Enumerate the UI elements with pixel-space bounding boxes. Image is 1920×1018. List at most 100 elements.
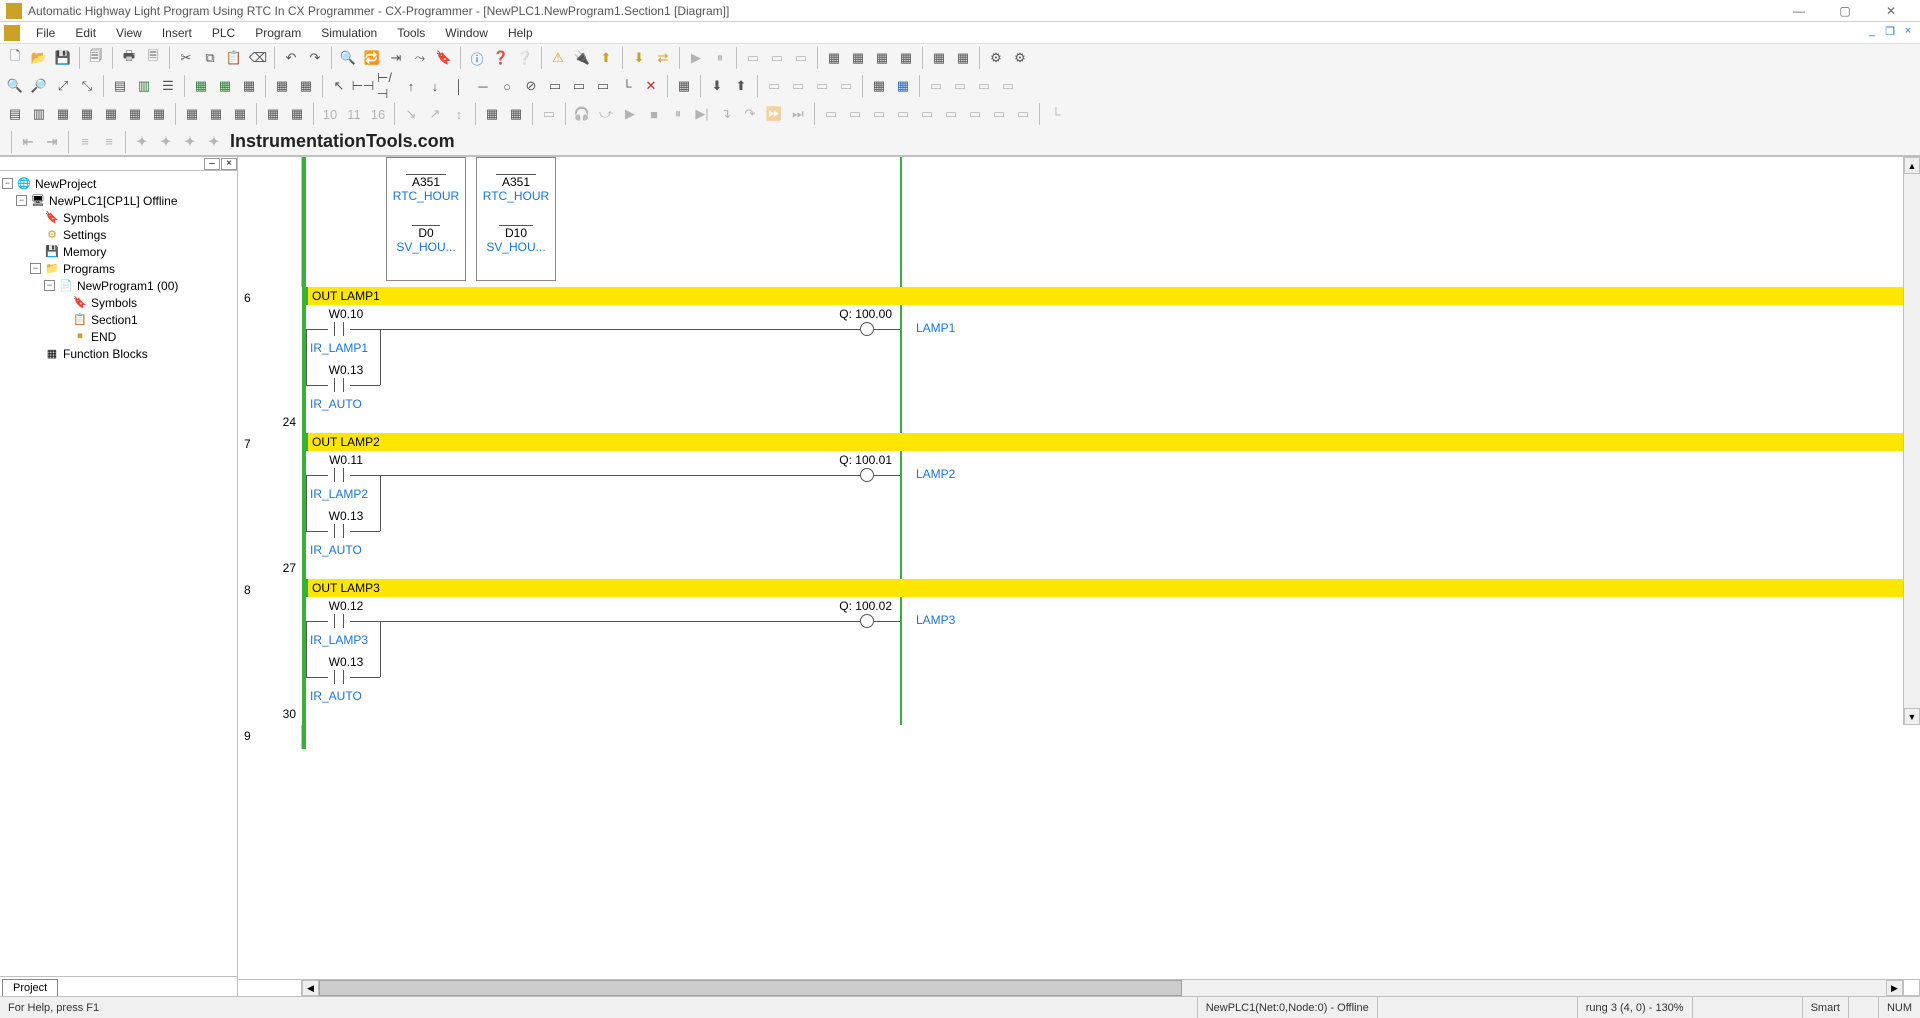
misc1-icon[interactable]: ✦ <box>131 131 153 153</box>
tree-program1[interactable]: NewProgram1 (00) <box>77 279 178 293</box>
compile-icon[interactable]: ▦ <box>673 75 695 97</box>
coil-neg-icon[interactable]: ⊘ <box>520 75 542 97</box>
debug-over-icon[interactable]: ↷ <box>739 103 761 125</box>
monitor2-icon[interactable]: ▭ <box>766 47 788 69</box>
indent-right-icon[interactable]: ⇥ <box>41 131 63 153</box>
contact-no-icon[interactable]: ⊢⊣ <box>352 75 374 97</box>
debug-end-icon[interactable]: ⏭ <box>787 103 809 125</box>
instruction-icon[interactable]: ▭ <box>544 75 566 97</box>
redo-icon[interactable]: ↷ <box>304 47 326 69</box>
view-b-icon[interactable]: ▦ <box>214 75 236 97</box>
window5-icon[interactable]: ▦ <box>928 47 950 69</box>
horizontal-icon[interactable]: ─ <box>472 75 494 97</box>
zoom-in-icon[interactable]: 🔍 <box>4 75 26 97</box>
rung6-contact2[interactable] <box>328 378 350 392</box>
scroll-down-icon[interactable]: ▼ <box>1904 708 1920 725</box>
scroll-left-icon[interactable]: ◀ <box>302 980 319 996</box>
transfer-to-icon[interactable]: ⬆ <box>595 47 617 69</box>
view-c-icon[interactable]: ▦ <box>238 75 260 97</box>
force-on-icon[interactable]: ▭ <box>763 75 785 97</box>
view-mnemonic-icon[interactable]: ▥ <box>133 75 155 97</box>
menu-plc[interactable]: PLC <box>202 24 245 42</box>
debug-ff-icon[interactable]: ⏩ <box>763 103 785 125</box>
coil-icon[interactable]: ○ <box>496 75 518 97</box>
scan16-icon[interactable]: 16 <box>367 103 389 125</box>
align8-icon[interactable]: ▭ <box>988 103 1010 125</box>
align2-icon[interactable]: ▭ <box>844 103 866 125</box>
save-icon[interactable]: 💾 <box>52 47 74 69</box>
zoom-out-icon[interactable]: 🔎 <box>28 75 50 97</box>
mdi-close-icon[interactable]: × <box>1900 24 1916 38</box>
debug-play-icon[interactable]: ▶ <box>619 103 641 125</box>
tree-fblocks[interactable]: Function Blocks <box>63 347 148 361</box>
scan10-icon[interactable]: 10 <box>319 103 341 125</box>
debug-into-icon[interactable]: ↴ <box>715 103 737 125</box>
tile-h-icon[interactable]: ▤ <box>4 103 26 125</box>
print-icon[interactable]: 🖶 <box>118 47 140 69</box>
trace-e-icon[interactable]: ▭ <box>973 75 995 97</box>
sim1-icon[interactable]: ▦ <box>481 103 503 125</box>
info-icon[interactable]: ⓘ <box>466 47 488 69</box>
contact-falling-icon[interactable]: ↓ <box>424 75 446 97</box>
download-icon[interactable]: ⬇ <box>706 75 728 97</box>
window3-icon[interactable]: ▦ <box>871 47 893 69</box>
win10-icon[interactable]: ▦ <box>229 103 251 125</box>
misc4-icon[interactable]: ✦ <box>203 131 225 153</box>
window4-icon[interactable]: ▦ <box>895 47 917 69</box>
force-off-icon[interactable]: ▭ <box>787 75 809 97</box>
cut-icon[interactable]: ✂ <box>175 47 197 69</box>
menu-tools[interactable]: Tools <box>387 24 435 42</box>
view-e-icon[interactable]: ▦ <box>295 75 317 97</box>
debug-pause-icon[interactable]: ⏸ <box>667 103 689 125</box>
scroll-thumb[interactable] <box>319 980 1182 996</box>
transfer-from-icon[interactable]: ⬇ <box>628 47 650 69</box>
bookmark-icon[interactable]: 🔖 <box>433 47 455 69</box>
menu-program[interactable]: Program <box>245 24 311 42</box>
rung8-contact1[interactable] <box>328 614 350 628</box>
win5-icon[interactable]: ▦ <box>100 103 122 125</box>
align9-icon[interactable]: ▭ <box>1012 103 1034 125</box>
scan11-icon[interactable]: 11 <box>343 103 365 125</box>
trace-c-icon[interactable]: ▭ <box>925 75 947 97</box>
panel-close-icon[interactable]: × <box>221 158 237 170</box>
monitor1-icon[interactable]: ▭ <box>742 47 764 69</box>
align3-icon[interactable]: ▭ <box>868 103 890 125</box>
sim3-icon[interactable]: ▭ <box>538 103 560 125</box>
line-up-icon[interactable]: └ <box>616 75 638 97</box>
rung7-coil[interactable] <box>860 468 874 482</box>
instr2-icon[interactable]: ▭ <box>568 75 590 97</box>
win11-icon[interactable]: ▦ <box>262 103 284 125</box>
scroll-up-icon[interactable]: ▲ <box>1904 157 1920 174</box>
tree-root[interactable]: NewProject <box>35 177 96 191</box>
maximize-button[interactable]: ▢ <box>1822 0 1868 22</box>
vertical-scrollbar[interactable]: ▲ <box>1903 157 1920 287</box>
tree-section1[interactable]: Section1 <box>91 313 138 327</box>
menu-view[interactable]: View <box>106 24 152 42</box>
goto-icon[interactable]: ⤳ <box>409 47 431 69</box>
select-icon[interactable]: ↖ <box>328 75 350 97</box>
rung6-contact1[interactable] <box>328 322 350 336</box>
trace-b-icon[interactable]: ▦ <box>892 75 914 97</box>
sidebar-tab-project[interactable]: Project <box>2 979 58 996</box>
help-icon[interactable]: ❓ <box>490 47 512 69</box>
rung8-coil[interactable] <box>860 614 874 628</box>
tree-programs[interactable]: Programs <box>63 262 115 276</box>
tile-v-icon[interactable]: ▥ <box>28 103 50 125</box>
sim2-icon[interactable]: ▦ <box>505 103 527 125</box>
minimize-button[interactable]: — <box>1776 0 1822 22</box>
align7-icon[interactable]: ▭ <box>964 103 986 125</box>
force-all-icon[interactable]: ▭ <box>835 75 857 97</box>
find-next-icon[interactable]: ⇥ <box>385 47 407 69</box>
tree-settings[interactable]: Settings <box>63 228 106 242</box>
view-ladder-icon[interactable]: ▤ <box>109 75 131 97</box>
trace-a-icon[interactable]: ▦ <box>868 75 890 97</box>
paste-icon[interactable]: 📋 <box>223 47 245 69</box>
align1-icon[interactable]: ▭ <box>820 103 842 125</box>
monitor3-icon[interactable]: ▭ <box>790 47 812 69</box>
menu-insert[interactable]: Insert <box>152 24 202 42</box>
trace-f-icon[interactable]: ▭ <box>997 75 1019 97</box>
view-d-icon[interactable]: ▦ <box>271 75 293 97</box>
view-list-icon[interactable]: ☰ <box>157 75 179 97</box>
debug-headphones-icon[interactable]: 🎧 <box>571 103 593 125</box>
close-button[interactable]: ✕ <box>1868 0 1914 22</box>
